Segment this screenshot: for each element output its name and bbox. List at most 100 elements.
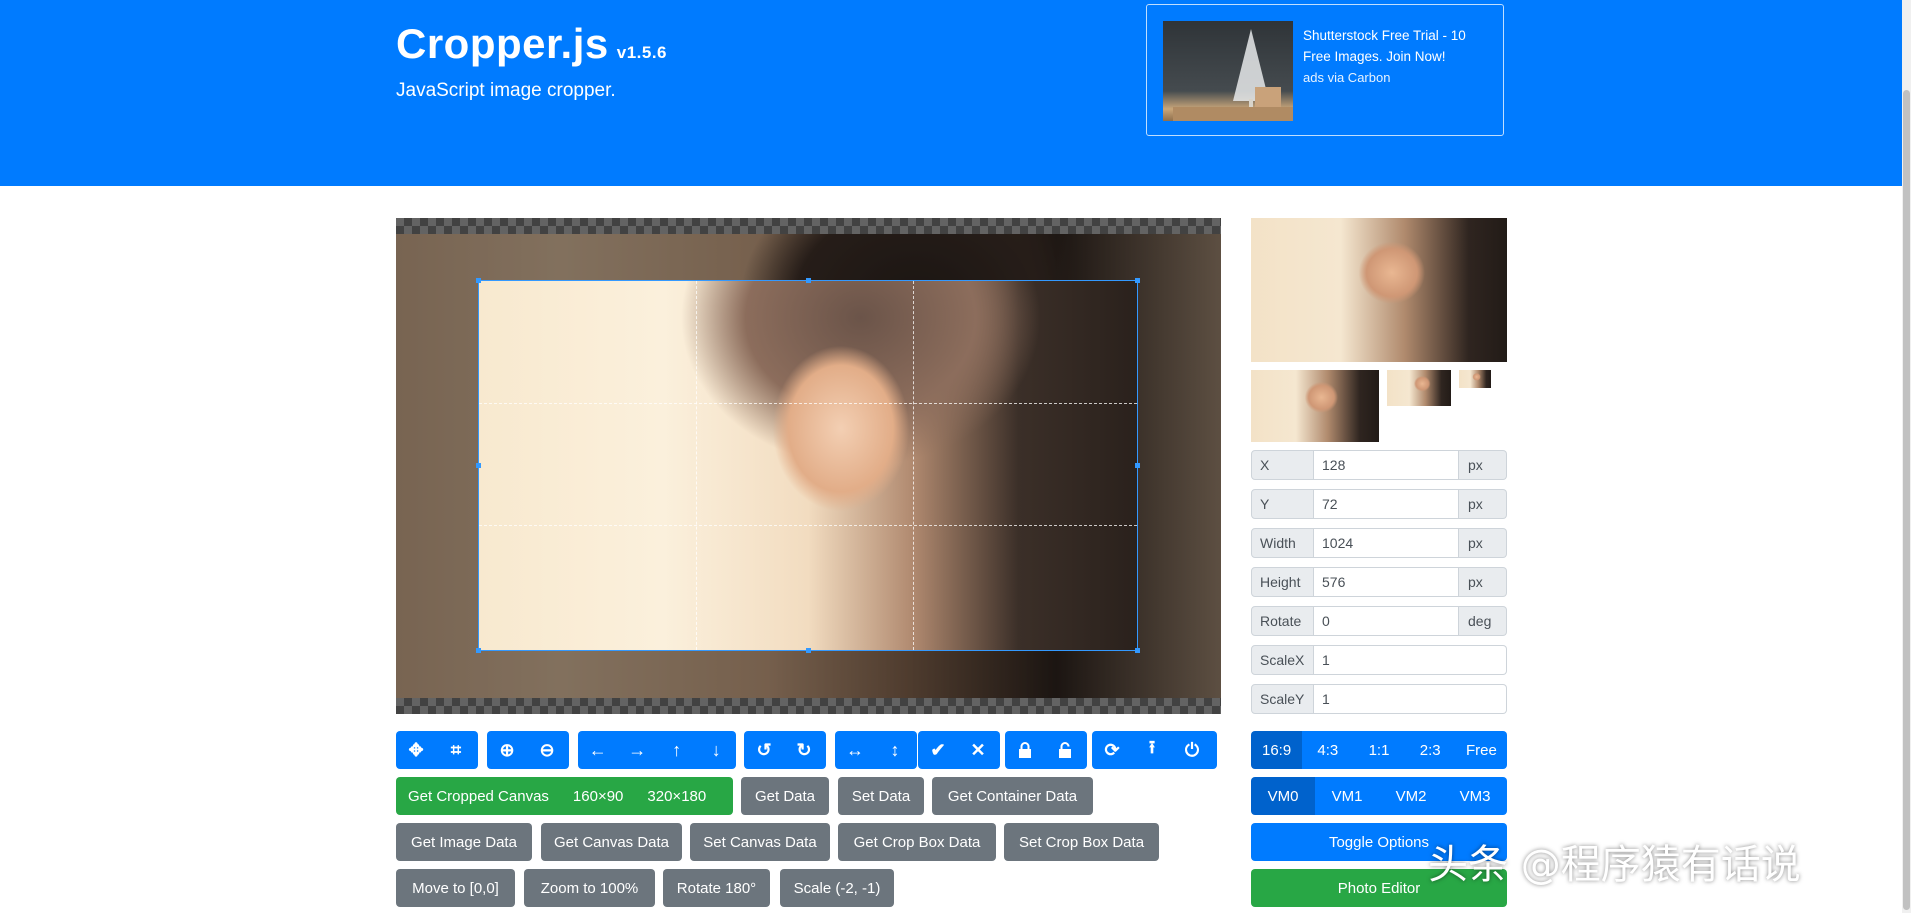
flip-vertical-icon[interactable]: ↕ xyxy=(875,731,915,769)
data-width-input[interactable]: 1024 xyxy=(1314,528,1459,558)
field-height-unit: px xyxy=(1459,567,1507,597)
ad-headline[interactable]: Shutterstock Free Trial - 10 Free Images… xyxy=(1303,25,1493,67)
size-160-option[interactable]: 160×90 xyxy=(573,788,623,805)
zoom-in-icon[interactable]: ⊕ xyxy=(487,731,527,769)
field-scalex: ScaleX 1 xyxy=(1251,645,1507,675)
cropper-container[interactable] xyxy=(396,218,1221,714)
arrow-up-icon[interactable]: ↑ xyxy=(657,731,697,769)
size-320-option[interactable]: 320×180 xyxy=(647,788,706,805)
move-icon[interactable]: ✥ xyxy=(396,731,436,769)
zoom-to-button[interactable]: Zoom to 100% xyxy=(524,869,655,907)
scrollbar-thumb[interactable] xyxy=(1903,90,1910,910)
aspect-free-button[interactable]: Free xyxy=(1455,731,1507,769)
crop-icon[interactable]: ⌗ xyxy=(436,731,476,769)
data-height-input[interactable]: 576 xyxy=(1314,567,1459,597)
toolbar-group-rotate: ↺ ↻ xyxy=(744,731,826,769)
upload-icon[interactable]: ⭱ xyxy=(1132,731,1172,769)
aspect-4-3-button[interactable]: 4:3 xyxy=(1302,731,1354,769)
data-x-input[interactable]: 128 xyxy=(1314,450,1459,480)
crop-guide-v2 xyxy=(913,281,915,650)
set-canvas-data-button[interactable]: Set Canvas Data xyxy=(690,823,830,861)
view-mode-2-button[interactable]: VM2 xyxy=(1379,777,1443,815)
view-mode-1-button[interactable]: VM1 xyxy=(1315,777,1379,815)
toolbar-group-zoom: ⊕ ⊖ xyxy=(487,731,569,769)
toolbar-group-flip: ↔ ↕ xyxy=(835,731,917,769)
flip-horizontal-icon[interactable]: ↔ xyxy=(835,731,875,769)
toolbar-group-misc: ⟳ ⭱ ⏻ xyxy=(1092,731,1217,769)
crop-handle-e[interactable] xyxy=(1135,463,1140,468)
header-banner: Cropper.js v1.5.6 JavaScript image croppe… xyxy=(0,0,1902,186)
page-title: Cropper.js v1.5.6 xyxy=(396,20,667,68)
rotate-180-button[interactable]: Rotate 180° xyxy=(663,869,770,907)
crop-guide-h2 xyxy=(479,524,1137,526)
arrow-right-icon[interactable]: → xyxy=(618,731,658,769)
crop-handle-se[interactable] xyxy=(1135,648,1140,653)
field-width-unit: px xyxy=(1459,528,1507,558)
title-text: Cropper.js xyxy=(396,20,609,67)
data-rotate-input[interactable]: 0 xyxy=(1314,606,1459,636)
ad-via[interactable]: ads via Carbon xyxy=(1303,67,1493,88)
ad-text[interactable]: Shutterstock Free Trial - 10 Free Images… xyxy=(1303,25,1493,88)
get-crop-box-data-button[interactable]: Get Crop Box Data xyxy=(838,823,996,861)
arrow-left-icon[interactable]: ← xyxy=(578,731,618,769)
crop-handle-sw[interactable] xyxy=(476,648,481,653)
field-height-label: Height xyxy=(1251,567,1314,597)
field-x: X 128 px xyxy=(1251,450,1507,480)
data-scalex-input[interactable]: 1 xyxy=(1314,645,1507,675)
field-width-label: Width xyxy=(1251,528,1314,558)
field-x-unit: px xyxy=(1459,450,1507,480)
field-scalex-label: ScaleX xyxy=(1251,645,1314,675)
crop-guide-h1 xyxy=(479,402,1137,404)
crop-handle-nw[interactable] xyxy=(476,278,481,283)
toolbar-group-lock xyxy=(1005,731,1087,769)
set-data-button[interactable]: Set Data xyxy=(838,777,924,815)
field-y-label: Y xyxy=(1251,489,1314,519)
crop-handle-ne[interactable] xyxy=(1135,278,1140,283)
lock-icon[interactable] xyxy=(1005,731,1045,769)
get-container-data-button[interactable]: Get Container Data xyxy=(932,777,1093,815)
get-cropped-canvas-button[interactable]: Get Cropped Canvas 160×90 320×180 xyxy=(396,777,733,815)
aspect-16-9-button[interactable]: 16:9 xyxy=(1251,731,1303,769)
get-canvas-data-button[interactable]: Get Canvas Data xyxy=(541,823,682,861)
scale-button[interactable]: Scale (-2, -1) xyxy=(780,869,894,907)
rotate-right-icon[interactable]: ↻ xyxy=(784,731,824,769)
crop-box[interactable] xyxy=(476,278,1140,653)
times-icon[interactable]: ✕ xyxy=(958,731,998,769)
crop-handle-w[interactable] xyxy=(476,463,481,468)
aspect-2-3-button[interactable]: 2:3 xyxy=(1404,731,1456,769)
preview-tiny xyxy=(1459,370,1491,388)
carbon-ad[interactable]: Shutterstock Free Trial - 10 Free Images… xyxy=(1146,4,1504,136)
view-mode-3-button[interactable]: VM3 xyxy=(1443,777,1507,815)
check-icon[interactable]: ✔ xyxy=(918,731,958,769)
view-mode-0-button[interactable]: VM0 xyxy=(1251,777,1315,815)
ad-image[interactable] xyxy=(1163,21,1293,121)
data-scaley-input[interactable]: 1 xyxy=(1314,684,1507,714)
zoom-out-icon[interactable]: ⊖ xyxy=(527,731,567,769)
field-y-unit: px xyxy=(1459,489,1507,519)
toolbar-group-move: ← → ↑ ↓ xyxy=(578,731,736,769)
move-to-button[interactable]: Move to [0,0] xyxy=(396,869,515,907)
preview-medium xyxy=(1251,370,1379,442)
version-badge: v1.5.6 xyxy=(616,43,667,62)
field-scaley-label: ScaleY xyxy=(1251,684,1314,714)
rotate-left-icon[interactable]: ↺ xyxy=(744,731,784,769)
get-cropped-canvas-label[interactable]: Get Cropped Canvas xyxy=(408,788,549,805)
field-height: Height 576 px xyxy=(1251,567,1507,597)
data-y-input[interactable]: 72 xyxy=(1314,489,1459,519)
get-data-button[interactable]: Get Data xyxy=(741,777,829,815)
crop-handle-n[interactable] xyxy=(806,278,811,283)
aspect-1-1-button[interactable]: 1:1 xyxy=(1353,731,1405,769)
aspect-ratio-group: 16:9 4:3 1:1 2:3 Free xyxy=(1251,731,1507,769)
power-icon[interactable]: ⏻ xyxy=(1172,731,1212,769)
crop-handle-s[interactable] xyxy=(806,648,811,653)
arrow-down-icon[interactable]: ↓ xyxy=(697,731,737,769)
toolbar-group-mode: ✥ ⌗ xyxy=(396,731,478,769)
set-crop-box-data-button[interactable]: Set Crop Box Data xyxy=(1004,823,1159,861)
view-mode-group: VM0 VM1 VM2 VM3 xyxy=(1251,777,1507,815)
page-scrollbar[interactable] xyxy=(1902,0,1911,913)
watermark-text: 头条 @程序猿有话说 xyxy=(1428,842,1801,888)
reset-icon[interactable]: ⟳ xyxy=(1092,731,1132,769)
unlock-icon[interactable] xyxy=(1045,731,1085,769)
toolbar-group-crop: ✔ ✕ xyxy=(918,731,1000,769)
get-image-data-button[interactable]: Get Image Data xyxy=(396,823,532,861)
